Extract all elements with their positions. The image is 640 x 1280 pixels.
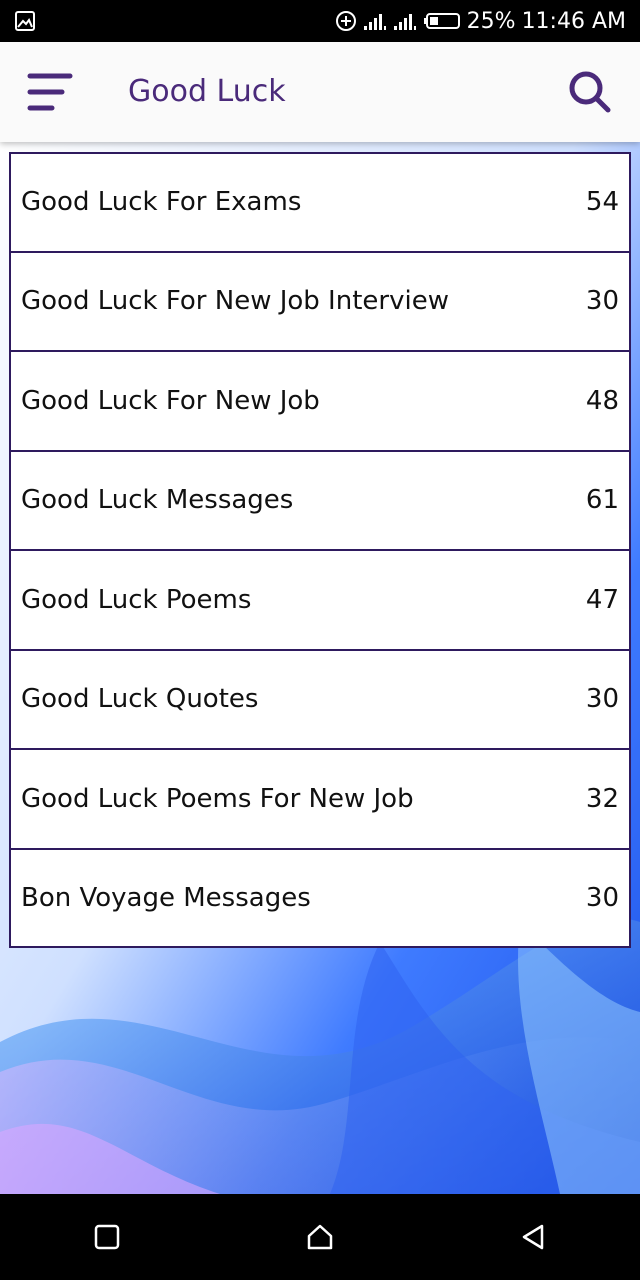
list-item[interactable]: Good Luck Quotes 30: [9, 649, 631, 749]
item-count: 47: [585, 584, 619, 615]
status-right-group: 25% 11:46 AM: [335, 0, 626, 42]
signal-icon-1: [363, 14, 386, 30]
home-icon: [307, 1224, 333, 1250]
item-label: Bon Voyage Messages: [21, 882, 311, 913]
list-item[interactable]: Good Luck Poems 47: [9, 550, 631, 650]
home-button[interactable]: [290, 1207, 350, 1267]
app-bar: Good Luck: [0, 42, 640, 142]
data-saver-icon: [335, 11, 356, 31]
list-item[interactable]: Good Luck For New Job Interview 30: [9, 251, 631, 351]
list-item[interactable]: Good Luck For Exams 54: [9, 152, 631, 252]
back-button[interactable]: [503, 1207, 563, 1267]
list-item[interactable]: Good Luck Poems For New Job 32: [9, 749, 631, 849]
item-label: Good Luck For New Job Interview: [21, 286, 449, 317]
back-triangle-icon: [523, 1224, 544, 1250]
item-label: Good Luck Messages: [21, 485, 294, 516]
signal-icon-2: [393, 14, 416, 30]
item-label: Good Luck Quotes: [21, 684, 259, 715]
battery-percent: 25%: [466, 8, 516, 34]
list-item[interactable]: Good Luck Messages 61: [9, 450, 631, 550]
item-count: 32: [585, 783, 619, 814]
list-item[interactable]: Good Luck For New Job 48: [9, 351, 631, 451]
system-nav-bar: [0, 1194, 640, 1280]
list-item[interactable]: Bon Voyage Messages 30: [9, 848, 631, 948]
clock: 11:46 AM: [521, 8, 626, 34]
item-label: Good Luck Poems: [21, 584, 252, 615]
item-label: Good Luck For New Job: [21, 385, 320, 416]
item-count: 30: [585, 286, 619, 317]
gallery-notification-icon: [15, 11, 35, 31]
page-title: Good Luck: [128, 74, 286, 109]
category-list: Good Luck For Exams 54 Good Luck For New…: [9, 152, 631, 948]
search-icon[interactable]: [568, 70, 612, 114]
item-count: 30: [585, 882, 619, 913]
recents-button[interactable]: [77, 1207, 137, 1267]
status-bar: 25% 11:46 AM: [0, 0, 640, 42]
item-label: Good Luck For Exams: [21, 187, 302, 218]
square-icon: [94, 1224, 119, 1250]
item-count: 54: [585, 187, 619, 218]
menu-icon[interactable]: [26, 70, 74, 114]
item-label: Good Luck Poems For New Job: [21, 783, 414, 814]
item-count: 48: [585, 385, 619, 416]
battery-icon: [423, 13, 460, 29]
item-count: 61: [585, 485, 619, 516]
item-count: 30: [585, 684, 619, 715]
